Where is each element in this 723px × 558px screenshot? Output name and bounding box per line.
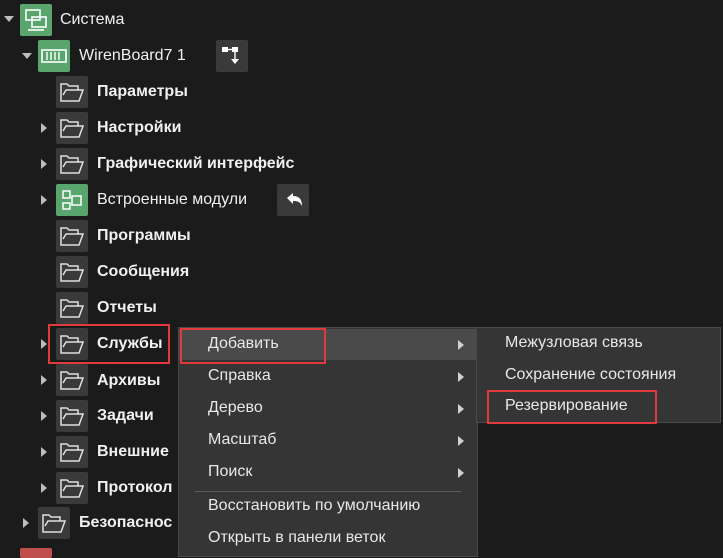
highlight-services (48, 324, 170, 364)
menu-item-restore-defaults[interactable]: Восстановить по умолчанию (179, 491, 477, 522)
tree-item-reports[interactable]: Отчеты (97, 298, 157, 318)
expand-arrow[interactable] (41, 123, 47, 133)
submenu-item-label: Межузловая связь (505, 334, 643, 351)
menu-item-label: Справка (208, 367, 271, 384)
undo-icon[interactable] (277, 184, 309, 216)
menu-item-zoom[interactable]: Масштаб (179, 425, 477, 456)
tree-item-gui[interactable]: Графический интерфейс (97, 154, 294, 174)
tree-item-messages[interactable]: Сообщения (97, 262, 189, 282)
system-icon (20, 4, 52, 36)
expand-arrow[interactable] (41, 411, 47, 421)
folder-icon (56, 148, 88, 180)
controller-icon (38, 40, 70, 72)
menu-item-label: Дерево (208, 399, 263, 416)
menu-item-label: Открыть в панели веток (208, 529, 386, 546)
folder-icon (56, 256, 88, 288)
tree-item-external[interactable]: Внешние (97, 442, 169, 462)
expand-arrow[interactable] (41, 375, 47, 385)
submenu-arrow-icon (458, 372, 464, 382)
menu-item-open-in-branch-panel[interactable]: Открыть в панели веток (179, 523, 477, 554)
tree-item-security[interactable]: Безопаснос (79, 513, 172, 533)
menu-item-label: Масштаб (208, 431, 277, 448)
tree-item-device[interactable]: WirenBoard7 1 (79, 46, 186, 66)
menu-item-label: Восстановить по умолчанию (208, 497, 421, 514)
tree-item-tasks[interactable]: Задачи (97, 406, 154, 426)
tree-item-settings[interactable]: Настройки (97, 118, 181, 138)
submenu-arrow-icon (458, 468, 464, 478)
expand-arrow-root[interactable] (4, 16, 14, 22)
expand-arrow[interactable] (41, 339, 47, 349)
expand-arrow[interactable] (41, 483, 47, 493)
tree-item-modules[interactable]: Встроенные модули (97, 190, 247, 210)
folder-icon (56, 400, 88, 432)
modules-icon (56, 184, 88, 216)
tree-item-system[interactable]: Система (60, 10, 124, 30)
folder-icon (56, 112, 88, 144)
tree-item-archives[interactable]: Архивы (97, 371, 160, 391)
expand-arrow[interactable] (41, 447, 47, 457)
submenu-arrow-icon (458, 404, 464, 414)
highlight-add (180, 328, 326, 364)
submenu-arrow-icon (458, 340, 464, 350)
menu-item-search[interactable]: Поиск (179, 457, 477, 488)
tree-item-protocol[interactable]: Протокол (97, 478, 172, 498)
expand-arrow[interactable] (23, 518, 29, 528)
menu-item-tree[interactable]: Дерево (179, 393, 477, 424)
folder-icon (56, 220, 88, 252)
folder-icon (56, 436, 88, 468)
folder-icon (56, 364, 88, 396)
menu-item-help[interactable]: Справка (179, 361, 477, 392)
submenu-item-internode-link[interactable]: Межузловая связь (477, 328, 720, 359)
folder-icon (56, 292, 88, 324)
submenu-item-label: Сохранение состояния (505, 366, 677, 383)
expand-arrow[interactable] (41, 195, 47, 205)
folder-icon (56, 76, 88, 108)
tree-item-parameters[interactable]: Параметры (97, 82, 188, 102)
submenu-arrow-icon (458, 436, 464, 446)
tree-item-programs[interactable]: Программы (97, 226, 191, 246)
folder-icon (38, 507, 70, 539)
expand-arrow[interactable] (41, 159, 47, 169)
menu-item-label: Поиск (208, 463, 253, 480)
expand-arrow-device[interactable] (22, 53, 32, 59)
partial-node-icon (20, 548, 52, 558)
highlight-redundancy (487, 390, 657, 424)
folder-icon (56, 472, 88, 504)
submenu-item-state-saving[interactable]: Сохранение состояния (477, 360, 720, 391)
network-icon[interactable] (216, 40, 248, 72)
